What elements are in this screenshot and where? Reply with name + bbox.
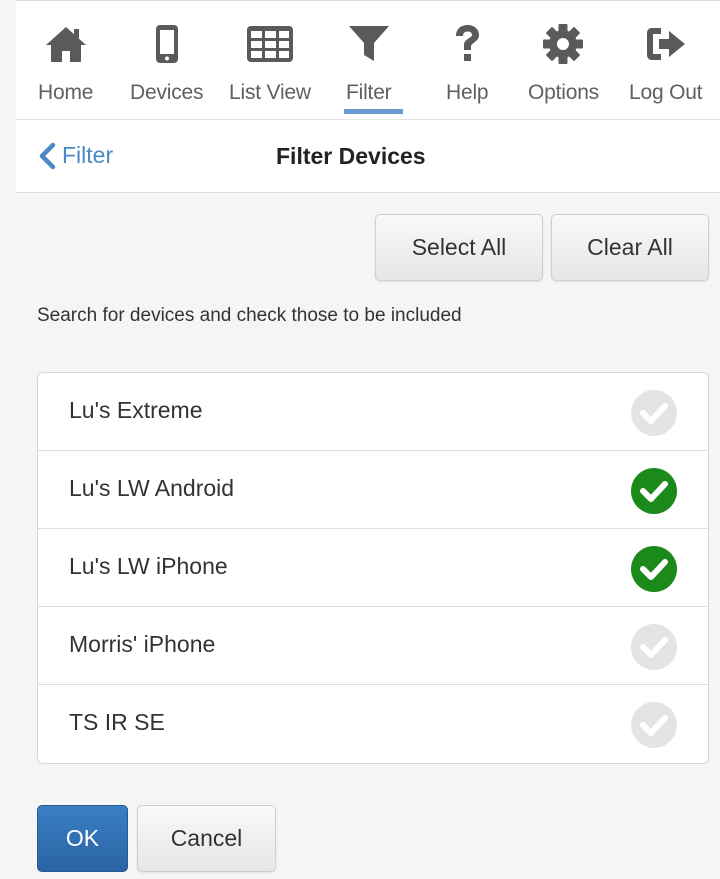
- device-row[interactable]: TS IR SE: [38, 685, 708, 763]
- nav-filter[interactable]: Filter: [344, 21, 404, 117]
- device-row[interactable]: Lu's LW iPhone: [38, 529, 708, 607]
- device-row[interactable]: Morris' iPhone: [38, 607, 708, 685]
- device-name: Morris' iPhone: [69, 631, 216, 657]
- page-title: Filter Devices: [276, 143, 426, 169]
- check-circle-icon: [631, 468, 677, 514]
- device-row[interactable]: Lu's Extreme: [38, 373, 708, 451]
- instructions-text: Search for devices and check those to be…: [37, 305, 462, 326]
- top-nav: Home Devices List View Filter Help Optio…: [16, 0, 720, 119]
- clear-all-button[interactable]: Clear All: [551, 214, 709, 281]
- nav-home[interactable]: Home: [38, 21, 93, 117]
- device-row[interactable]: Lu's LW Android: [38, 451, 708, 529]
- header-bar: Filter Filter Devices: [16, 119, 720, 193]
- ok-button[interactable]: OK: [37, 805, 128, 872]
- nav-label: List View: [229, 81, 311, 104]
- nav-label: Options: [528, 81, 599, 104]
- device-name: Lu's LW Android: [69, 475, 235, 501]
- active-tab-indicator: [344, 109, 404, 114]
- nav-label: Log Out: [629, 81, 703, 104]
- back-label: Filter: [62, 142, 114, 168]
- back-button[interactable]: Filter: [38, 142, 113, 169]
- check-circle-icon: [631, 702, 677, 748]
- device-name: Lu's LW iPhone: [69, 553, 228, 579]
- logout-icon: [645, 21, 687, 67]
- filter-icon: [348, 21, 390, 67]
- device-name: TS IR SE: [69, 709, 165, 735]
- nav-logout[interactable]: Log Out: [629, 21, 703, 117]
- check-circle-icon: [631, 546, 677, 592]
- check-circle-icon: [631, 624, 677, 670]
- grid-icon: [246, 21, 294, 67]
- nav-help[interactable]: Help: [446, 21, 489, 117]
- nav-options[interactable]: Options: [528, 21, 599, 117]
- cancel-button[interactable]: Cancel: [137, 805, 276, 872]
- nav-label: Devices: [130, 81, 204, 104]
- device-name: Lu's Extreme: [69, 397, 203, 423]
- gear-icon: [542, 21, 584, 67]
- nav-label: Filter: [346, 81, 392, 104]
- question-icon: [452, 21, 482, 67]
- nav-list-view[interactable]: List View: [229, 21, 311, 117]
- nav-label: Home: [38, 81, 94, 104]
- nav-devices[interactable]: Devices: [130, 21, 203, 117]
- nav-label: Help: [446, 81, 489, 104]
- chevron-left-icon: [39, 142, 56, 169]
- home-icon: [44, 21, 88, 67]
- phone-icon: [154, 21, 180, 67]
- select-all-button[interactable]: Select All: [375, 214, 543, 281]
- check-circle-icon: [631, 390, 677, 436]
- device-list: Lu's Extreme Lu's LW Android Lu's LW iPh…: [37, 372, 709, 764]
